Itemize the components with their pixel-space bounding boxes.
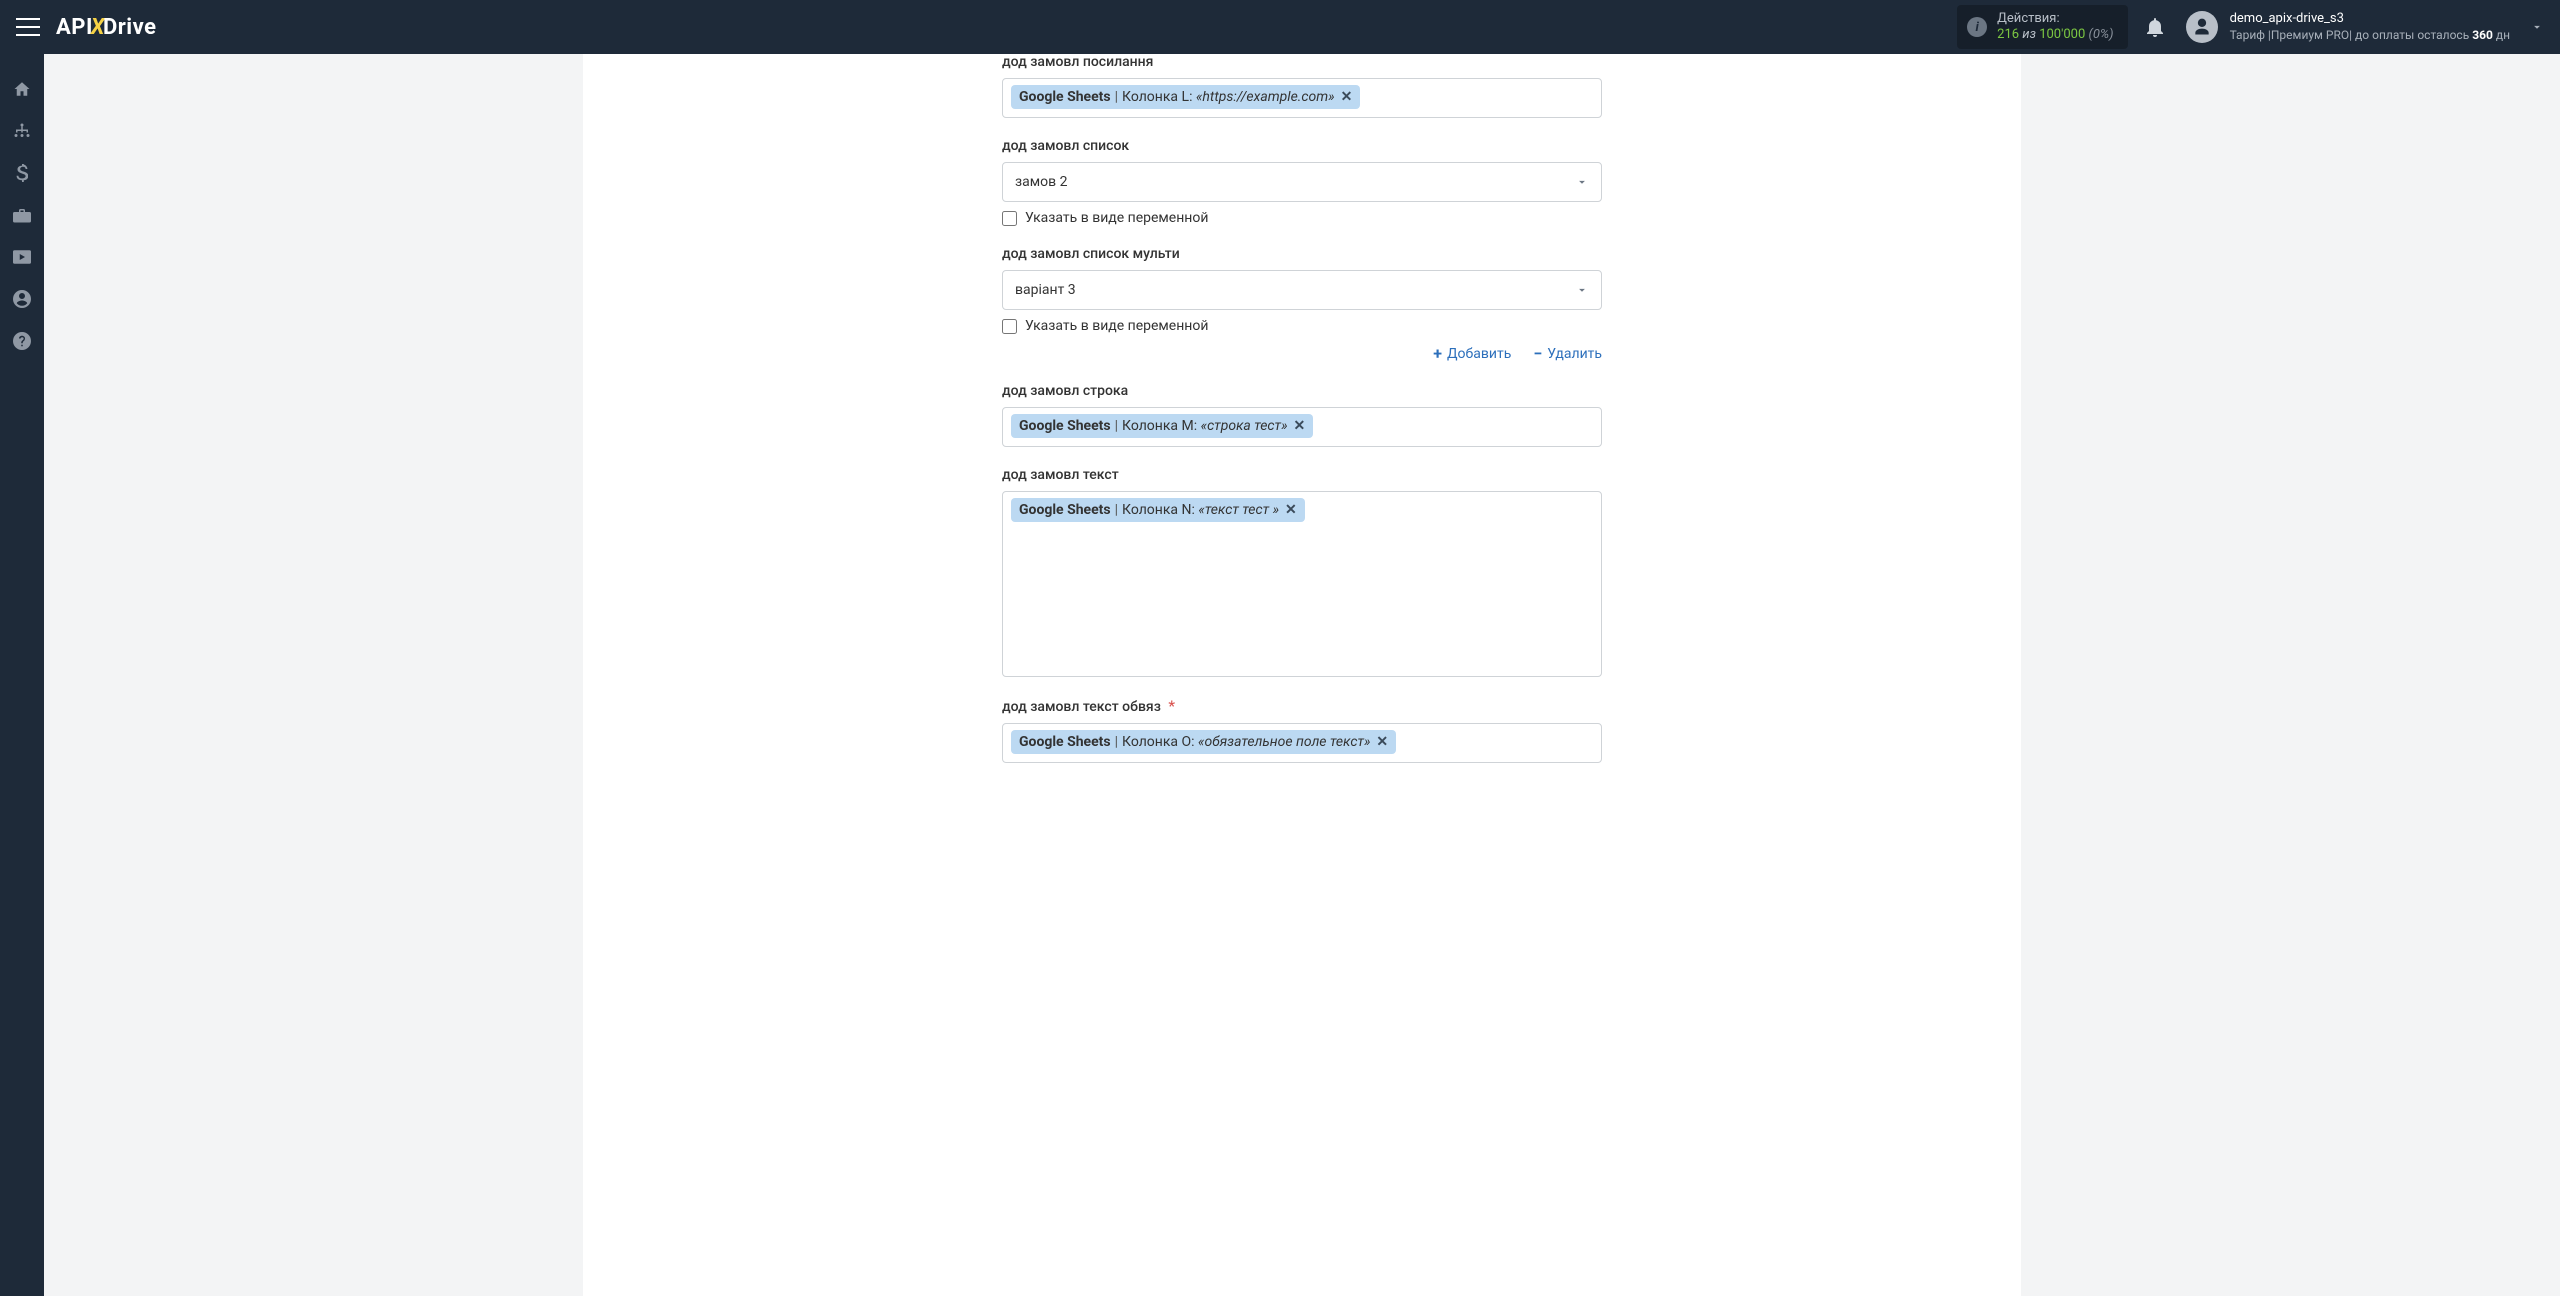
token-source: Google Sheets <box>1019 89 1111 105</box>
token-column: Колонка O: <box>1122 734 1195 750</box>
select-dropdown[interactable]: варіант 3 <box>1002 270 1602 310</box>
chevron-down-icon <box>1575 175 1589 189</box>
select-value: варіант 3 <box>1015 282 1076 298</box>
field-select-list: дод замовл список замов 2 Указать в виде… <box>1002 138 1602 226</box>
add-label: Добавить <box>1447 346 1511 362</box>
checkbox-label: Указать в виде переменной <box>1025 318 1208 334</box>
field-label: дод замовл посилання <box>1002 54 1602 70</box>
token-value: «строка тест» <box>1201 418 1288 434</box>
username: demo_apix-drive_s3 <box>2230 11 2510 27</box>
sidebar-help[interactable] <box>0 320 44 362</box>
token-column: Колонка L: <box>1122 89 1192 105</box>
actions-count: 216 <box>1997 27 2019 42</box>
field-label: дод замовл список <box>1002 138 1602 154</box>
mapping-token: Google Sheets | Колонка O: «обязательное… <box>1011 730 1396 754</box>
tariff-sep: | до оплаты осталось <box>2349 28 2472 42</box>
sidebar-home[interactable] <box>0 68 44 110</box>
field-string: дод замовл строка Google Sheets | Колонк… <box>1002 383 1602 447</box>
mapping-token: Google Sheets | Колонка M: «строка тест»… <box>1011 414 1313 438</box>
top-header: API X Drive i Действия: 216 из 100'000 (… <box>0 0 2560 54</box>
field-label-text: дод замовл текст обвяз <box>1002 699 1161 715</box>
remove-label: Удалить <box>1547 346 1602 362</box>
actions-of: из <box>2022 27 2039 42</box>
sidebar-profile[interactable] <box>0 278 44 320</box>
actions-total: 100'000 <box>2039 27 2085 42</box>
token-column: Колонка M: <box>1122 418 1197 434</box>
field-label: дод замовл строка <box>1002 383 1602 399</box>
token-value: «обязательное поле текст» <box>1198 734 1370 750</box>
menu-toggle[interactable] <box>16 18 40 36</box>
token-input[interactable]: Google Sheets | Колонка L: «https://exam… <box>1002 78 1602 118</box>
actions-label: Действия: <box>1997 11 2113 27</box>
page: дод замовл посилання Google Sheets | Кол… <box>44 54 2560 1296</box>
variable-checkbox-row[interactable]: Указать в виде переменной <box>1002 318 1602 334</box>
multi-actions: +Добавить −Удалить <box>1002 344 1602 363</box>
token-source: Google Sheets <box>1019 502 1111 518</box>
logo-drive: Drive <box>103 15 157 40</box>
field-label: дод замовл текст <box>1002 467 1602 483</box>
sidebar-partners[interactable] <box>0 194 44 236</box>
select-dropdown[interactable]: замов 2 <box>1002 162 1602 202</box>
token-column: Колонка N: <box>1122 502 1195 518</box>
notifications-icon[interactable] <box>2146 17 2164 37</box>
remove-option-link[interactable]: −Удалить <box>1533 344 1602 363</box>
field-select-multi: дод замовл список мульти варіант 3 Указа… <box>1002 246 1602 363</box>
actions-counter[interactable]: i Действия: 216 из 100'000 (0%) <box>1957 5 2127 48</box>
remove-token-icon[interactable]: ✕ <box>1341 89 1353 105</box>
token-textarea[interactable]: Google Sheets | Колонка N: «текст тест »… <box>1002 491 1602 677</box>
sidebar <box>0 54 44 1296</box>
days-suffix: дн <box>2493 28 2510 42</box>
required-asterisk: * <box>1168 697 1175 715</box>
token-source: Google Sheets <box>1019 734 1111 750</box>
token-input[interactable]: Google Sheets | Колонка O: «обязательное… <box>1002 723 1602 763</box>
tariff-name: Премиум PRO <box>2271 28 2349 42</box>
variable-checkbox[interactable] <box>1002 319 1017 334</box>
sidebar-billing[interactable] <box>0 152 44 194</box>
mapping-token: Google Sheets | Колонка N: «текст тест »… <box>1011 498 1305 522</box>
sidebar-connections[interactable] <box>0 110 44 152</box>
chevron-down-icon <box>2530 20 2544 34</box>
remove-token-icon[interactable]: ✕ <box>1294 418 1306 434</box>
variable-checkbox-row[interactable]: Указать в виде переменной <box>1002 210 1602 226</box>
field-text-required: дод замовл текст обвяз * Google Sheets |… <box>1002 697 1602 763</box>
variable-checkbox[interactable] <box>1002 211 1017 226</box>
field-text: дод замовл текст Google Sheets | Колонка… <box>1002 467 1602 677</box>
field-label: дод замовл список мульти <box>1002 246 1602 262</box>
select-value: замов 2 <box>1015 174 1067 190</box>
user-info: demo_apix-drive_s3 Тариф |Премиум PRO| д… <box>2230 11 2510 42</box>
actions-pct: (0%) <box>2089 27 2114 42</box>
token-value: «текст тест » <box>1198 502 1279 518</box>
days-left: 360 <box>2472 28 2493 42</box>
sidebar-video[interactable] <box>0 236 44 278</box>
add-option-link[interactable]: +Добавить <box>1433 344 1511 363</box>
avatar <box>2186 11 2218 43</box>
remove-token-icon[interactable]: ✕ <box>1376 734 1388 750</box>
user-menu[interactable]: demo_apix-drive_s3 Тариф |Премиум PRO| д… <box>2186 11 2544 43</box>
logo-api: API <box>56 15 93 40</box>
token-input[interactable]: Google Sheets | Колонка M: «строка тест»… <box>1002 407 1602 447</box>
info-icon: i <box>1967 17 1987 37</box>
logo[interactable]: API X Drive <box>56 15 157 40</box>
actions-text: Действия: 216 из 100'000 (0%) <box>1997 11 2113 42</box>
token-value: «https://example.com» <box>1196 89 1335 105</box>
checkbox-label: Указать в виде переменной <box>1025 210 1208 226</box>
token-source: Google Sheets <box>1019 418 1111 434</box>
remove-token-icon[interactable]: ✕ <box>1285 502 1297 518</box>
field-label: дод замовл текст обвяз * <box>1002 697 1602 715</box>
chevron-down-icon <box>1575 283 1589 297</box>
tariff-prefix: Тариф | <box>2230 28 2271 42</box>
field-link: дод замовл посилання Google Sheets | Кол… <box>1002 54 1602 118</box>
mapping-token: Google Sheets | Колонка L: «https://exam… <box>1011 85 1360 109</box>
form-card: дод замовл посилання Google Sheets | Кол… <box>583 54 2021 1296</box>
